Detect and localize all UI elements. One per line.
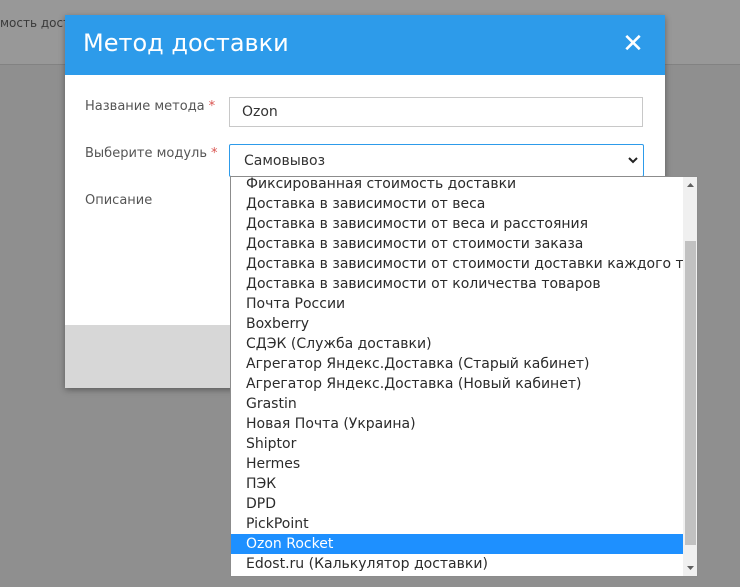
module-select-value: Самовывоз	[244, 153, 326, 169]
description-label: Описание	[85, 193, 153, 208]
required-mark: *	[211, 146, 218, 161]
dropdown-option[interactable]: DPD	[231, 494, 683, 514]
dropdown-option[interactable]: СДЭК (Служба доставки)	[231, 334, 683, 354]
dropdown-option[interactable]: PickPoint	[231, 514, 683, 534]
method-name-input[interactable]	[229, 97, 643, 127]
scroll-up-arrow-icon[interactable]	[683, 177, 698, 194]
dropdown-option[interactable]: Доставка в зависимости от веса	[231, 194, 683, 214]
dropdown-option[interactable]: Ozon Rocket	[231, 534, 683, 554]
dropdown-option[interactable]: Hermes	[231, 454, 683, 474]
dropdown-option[interactable]: Почта России	[231, 294, 683, 314]
close-button[interactable]: ✕	[621, 31, 645, 57]
modal-title: Метод доставки	[83, 29, 289, 57]
dropdown-option[interactable]: Фиксированная стоимость доставки	[231, 177, 683, 194]
dropdown-option[interactable]: Агрегатор Яндекс.Доставка (Старый кабине…	[231, 354, 683, 374]
dropdown-option[interactable]: Доставка в зависимости от стоимости зака…	[231, 234, 683, 254]
dropdown-option[interactable]: Edost.ru (Калькулятор доставки)	[231, 554, 683, 574]
module-select[interactable]: Самовывоз	[229, 144, 644, 177]
module-label-text: Выберите модуль	[85, 146, 208, 161]
modal-header: Метод доставки ✕	[65, 15, 665, 75]
scroll-down-arrow-icon[interactable]	[683, 559, 698, 576]
module-dropdown-list[interactable]: Фиксированная стоимость доставки Доставка…	[230, 176, 698, 577]
module-label: Выберите модуль *	[85, 146, 218, 161]
scroll-thumb[interactable]	[685, 241, 696, 545]
dropdown-option[interactable]: Shiptor	[231, 434, 683, 454]
dropdown-option[interactable]: ПЭК	[231, 474, 683, 494]
dropdown-option[interactable]: Доставка в зависимости от стоимости дост…	[231, 254, 683, 274]
dropdown-option[interactable]: Доставка в зависимости от веса и расстоя…	[231, 214, 683, 234]
dropdown-option[interactable]: Доставка в зависимости от количества тов…	[231, 274, 683, 294]
dropdown-option[interactable]: Boxberry	[231, 314, 683, 334]
dropdown-option[interactable]: Агрегатор Яндекс.Доставка (Новый кабинет…	[231, 374, 683, 394]
chevron-down-icon	[628, 157, 638, 164]
method-name-label-text: Название метода	[85, 99, 205, 114]
dropdown-scrollbar[interactable]	[683, 177, 698, 576]
required-mark: *	[208, 99, 216, 114]
dropdown-option[interactable]: Новая Почта (Украина)	[231, 414, 683, 434]
dropdown-option[interactable]: Grastin	[231, 394, 683, 414]
method-name-label: Название метода *	[85, 99, 215, 114]
